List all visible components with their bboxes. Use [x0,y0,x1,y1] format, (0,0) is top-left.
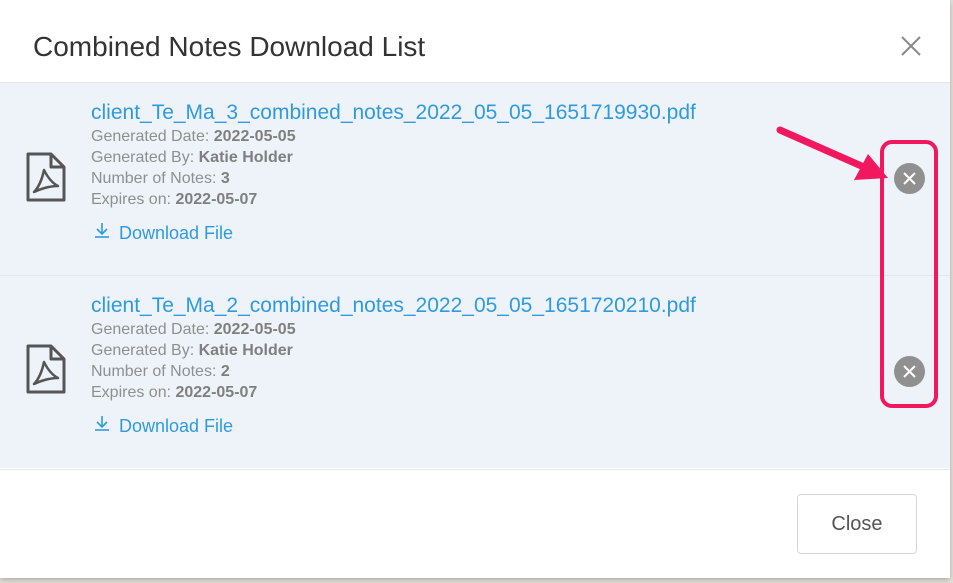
modal-header: Combined Notes Download List [0,0,950,83]
expires-on-value: 2022-05-07 [175,384,258,401]
close-icon[interactable] [898,33,924,59]
modal-footer: Close [0,469,950,579]
annotation-arrow-icon [776,126,888,180]
generated-date-value: 2022-05-05 [213,128,296,145]
expires-on-label: Expires on: [91,191,176,208]
expires-on: Expires on: 2022-05-07 [91,382,257,403]
number-of-notes-value: 2 [220,363,230,380]
generated-by-value: Katie Holder [198,149,293,166]
close-button[interactable]: Close [797,494,917,554]
generated-by: Generated By: Katie Holder [91,340,293,361]
generated-by-label: Generated By: [91,342,199,359]
number-of-notes: Number of Notes: 2 [91,361,230,382]
number-of-notes-value: 3 [220,170,230,187]
pdf-file-icon [24,150,68,204]
download-file-label: Download File [119,415,234,436]
download-file-link[interactable]: Download File [93,221,233,244]
expires-on: Expires on: 2022-05-07 [91,189,257,210]
generated-date-label: Generated Date: [91,321,214,338]
generated-by: Generated By: Katie Holder [91,147,293,168]
list-item: client_Te_Ma_2_combined_notes_2022_05_05… [0,276,950,468]
generated-date-label: Generated Date: [91,128,214,145]
generated-date-value: 2022-05-05 [213,321,296,338]
generated-by-label: Generated By: [91,149,199,166]
file-name-link[interactable]: client_Te_Ma_2_combined_notes_2022_05_05… [91,294,696,318]
modal-title: Combined Notes Download List [33,31,426,62]
generated-date: Generated Date: 2022-05-05 [91,126,296,147]
number-of-notes-label: Number of Notes: [91,363,221,380]
combined-notes-modal: Combined Notes Download List client_Te_M… [0,0,950,578]
download-file-link[interactable]: Download File [93,414,233,437]
pdf-file-icon [24,342,68,396]
download-icon [93,414,111,437]
expires-on-label: Expires on: [91,384,176,401]
file-name-link[interactable]: client_Te_Ma_3_combined_notes_2022_05_05… [91,101,696,125]
generated-by-value: Katie Holder [198,342,293,359]
number-of-notes-label: Number of Notes: [91,170,221,187]
download-icon [93,221,111,244]
generated-date: Generated Date: 2022-05-05 [91,319,296,340]
expires-on-value: 2022-05-07 [175,191,258,208]
download-file-label: Download File [119,222,234,243]
number-of-notes: Number of Notes: 3 [91,168,230,189]
